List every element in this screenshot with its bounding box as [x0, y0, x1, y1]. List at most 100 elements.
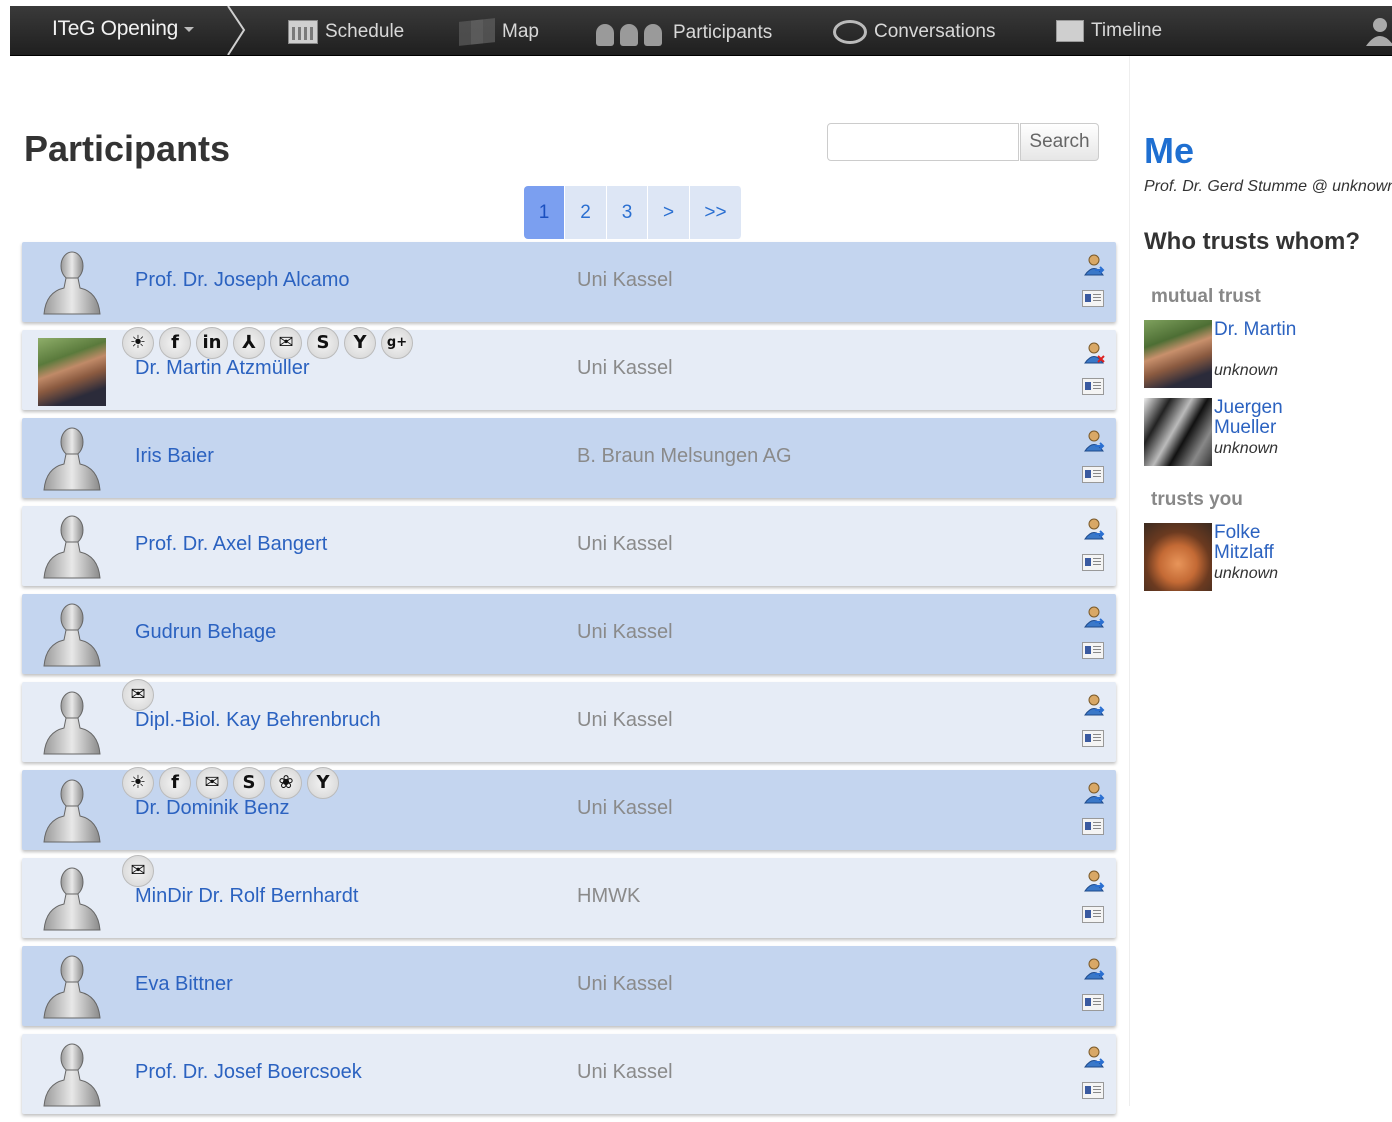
participant-name-link[interactable]: Prof. Dr. Joseph Alcamo — [135, 269, 350, 292]
participant-name-link[interactable]: Dr. Martin Atzmüller — [135, 357, 309, 380]
me-title: Me — [1144, 130, 1195, 171]
calendar-icon — [288, 20, 318, 44]
participant-name-link[interactable]: MinDir Dr. Rolf Bernhardt — [135, 885, 358, 908]
add-trust-icon[interactable] — [1083, 782, 1105, 804]
page-2-button[interactable]: 2 — [565, 186, 607, 239]
nav-participants[interactable]: Participants — [596, 20, 772, 46]
participant-name-link[interactable]: Prof. Dr. Axel Bangert — [135, 533, 327, 556]
default-avatar-icon[interactable] — [36, 248, 106, 318]
person-name-link[interactable]: Juergen Mueller — [1214, 398, 1324, 438]
participant-affiliation: Uni Kassel — [577, 797, 673, 819]
participant-row: ☀ f ✉ S ❀ Y Dr. Dominik Benz Uni Kassel — [22, 767, 1116, 850]
nav-timeline[interactable]: Timeline — [1056, 20, 1162, 42]
default-avatar-icon[interactable] — [36, 952, 106, 1022]
contact-card-icon[interactable] — [1082, 906, 1104, 923]
add-trust-icon[interactable] — [1083, 518, 1105, 540]
contact-card-icon[interactable] — [1082, 642, 1104, 659]
pagination: 1 2 3 > >> — [524, 186, 742, 239]
social-link-icon[interactable]: S — [307, 327, 339, 359]
default-avatar-icon[interactable] — [36, 776, 106, 846]
add-trust-icon[interactable] — [1083, 1046, 1105, 1068]
social-links: ☀ f in ⅄ ✉ S Yg+ — [122, 327, 418, 359]
add-trust-icon[interactable] — [1083, 694, 1105, 716]
default-avatar-icon[interactable] — [36, 864, 106, 934]
default-avatar-icon[interactable] — [36, 512, 106, 582]
chat-icon — [833, 20, 867, 44]
contact-card-icon[interactable] — [1082, 994, 1104, 1011]
search-input[interactable] — [827, 123, 1019, 161]
me-subtitle: Prof. Dr. Gerd Stumme @ unknown — [1144, 178, 1392, 195]
social-link-icon[interactable]: ✉ — [122, 855, 154, 887]
caret-down-icon — [183, 26, 194, 32]
participant-row: Prof. Dr. Josef Boercsoek Uni Kassel — [22, 1034, 1116, 1114]
page-1-button[interactable]: 1 — [524, 186, 565, 239]
participant-affiliation: HMWK — [577, 885, 641, 907]
participant-name-link[interactable]: Dr. Dominik Benz — [135, 797, 290, 820]
participant-row: Prof. Dr. Axel Bangert Uni Kassel — [22, 506, 1116, 586]
add-trust-icon[interactable] — [1083, 254, 1105, 276]
social-link-icon[interactable]: ✉ — [196, 767, 228, 799]
participant-name-link[interactable]: Dipl.-Biol. Kay Behrenbruch — [135, 709, 381, 732]
default-avatar-icon[interactable] — [36, 424, 106, 494]
social-link-icon[interactable]: in — [196, 327, 228, 359]
social-link-icon[interactable]: f — [159, 767, 191, 799]
remove-trust-icon[interactable] — [1083, 342, 1105, 364]
participant-name-link[interactable]: Gudrun Behage — [135, 621, 276, 644]
nav-conversations[interactable]: Conversations — [833, 20, 995, 44]
person-name-link[interactable]: Folke Mitzlaff — [1214, 523, 1324, 563]
add-trust-icon[interactable] — [1083, 606, 1105, 628]
search-button[interactable]: Search — [1020, 123, 1099, 161]
last-page-button[interactable]: >> — [690, 186, 742, 239]
contact-card-icon[interactable] — [1082, 378, 1104, 395]
social-link-icon[interactable]: ⅄ — [233, 327, 265, 359]
breadcrumb-chevron-icon — [227, 6, 246, 55]
default-avatar-icon[interactable] — [36, 1040, 106, 1110]
contact-card-icon[interactable] — [1082, 290, 1104, 307]
participant-photo[interactable] — [38, 338, 106, 406]
person-photo — [1144, 523, 1212, 591]
participant-affiliation: Uni Kassel — [577, 973, 673, 995]
top-navigation-bar: ITeG Opening Schedule Map Participants C… — [10, 6, 1392, 56]
default-avatar-icon[interactable] — [36, 688, 106, 758]
participant-name-link[interactable]: Prof. Dr. Josef Boercsoek — [135, 1061, 362, 1084]
add-trust-icon[interactable] — [1083, 430, 1105, 452]
mutual-trust-person[interactable]: Juergen Mueller unknown — [1144, 398, 1384, 468]
page-3-button[interactable]: 3 — [607, 186, 648, 239]
add-trust-icon[interactable] — [1083, 870, 1105, 892]
nav-timeline-label: Timeline — [1091, 20, 1163, 41]
participant-row: Iris Baier B. Braun Melsungen AG — [22, 418, 1116, 498]
nav-schedule[interactable]: Schedule — [288, 20, 404, 44]
social-link-icon[interactable]: ☀ — [122, 767, 154, 799]
social-link-icon[interactable]: Y — [344, 327, 376, 359]
people-icon — [596, 20, 666, 46]
next-page-button[interactable]: > — [648, 186, 690, 239]
contact-card-icon[interactable] — [1082, 1082, 1104, 1099]
person-photo — [1144, 398, 1212, 466]
social-link-icon[interactable]: ✉ — [122, 679, 154, 711]
nav-map[interactable]: Map — [459, 18, 539, 46]
social-link-icon[interactable]: ❀ — [270, 767, 302, 799]
mutual-trust-person[interactable]: Dr. Martin unknown — [1144, 320, 1384, 390]
nav-conversations-label: Conversations — [874, 21, 996, 42]
add-trust-icon[interactable] — [1083, 958, 1105, 980]
social-link-icon[interactable]: g+ — [381, 327, 413, 359]
brand-dropdown[interactable]: ITeG Opening — [52, 17, 194, 41]
trusts-you-person[interactable]: Folke Mitzlaff unknown — [1144, 523, 1384, 593]
social-link-icon[interactable]: f — [159, 327, 191, 359]
social-link-icon[interactable]: ☀ — [122, 327, 154, 359]
page-title: Participants — [24, 128, 231, 169]
social-link-icon[interactable]: Y — [307, 767, 339, 799]
nav-participants-label: Participants — [673, 22, 773, 43]
contact-card-icon[interactable] — [1082, 818, 1104, 835]
participant-name-link[interactable]: Eva Bittner — [135, 973, 233, 996]
participant-name-link[interactable]: Iris Baier — [135, 445, 214, 468]
user-menu-icon[interactable] — [1362, 16, 1392, 46]
social-link-icon[interactable]: S — [233, 767, 265, 799]
contact-card-icon[interactable] — [1082, 554, 1104, 571]
participant-affiliation: Uni Kassel — [577, 533, 673, 555]
person-name-link[interactable]: Dr. Martin — [1214, 320, 1324, 340]
default-avatar-icon[interactable] — [36, 600, 106, 670]
contact-card-icon[interactable] — [1082, 466, 1104, 483]
contact-card-icon[interactable] — [1082, 730, 1104, 747]
social-link-icon[interactable]: ✉ — [270, 327, 302, 359]
